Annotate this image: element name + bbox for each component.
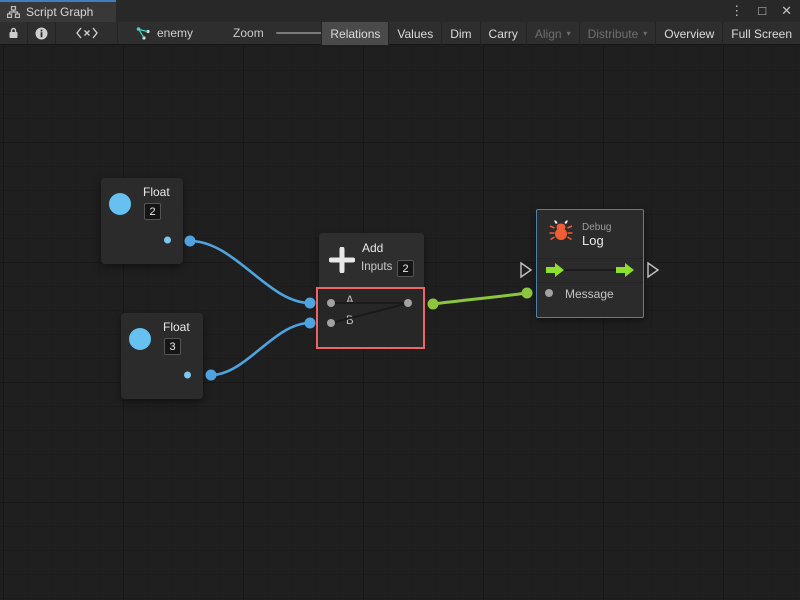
wire-endpoint[interactable] [305,298,316,309]
node-debug-log[interactable]: Debug Log Message [536,209,644,318]
flow-entry-triangle-icon[interactable] [521,263,531,277]
maximize-icon[interactable]: □ [758,0,766,22]
port-label-message: Message [565,287,614,301]
node-title: Float [143,185,170,199]
dim-button[interactable]: Dim [441,22,479,45]
wire-endpoint[interactable] [428,299,439,310]
node-float-2[interactable]: Float 3 [121,313,203,399]
wire-endpoint[interactable] [185,236,196,247]
graph-canvas[interactable]: Float 2 Float 3 Add Inputs 2 A B [0,45,800,600]
code-view-button[interactable] [56,22,118,44]
fullscreen-button[interactable]: Full Screen [722,22,800,45]
inputs-label: Inputs [361,261,392,273]
node-title: Float [163,320,190,334]
flow-exit-triangle-icon[interactable] [648,263,658,277]
wire-endpoint[interactable] [305,318,316,329]
menu-icon[interactable]: ⋮ [730,0,743,22]
tab-script-graph[interactable]: Script Graph [0,0,116,22]
node-title: Log [582,233,604,248]
inputs-count-input[interactable]: 2 [397,260,414,277]
float-icon [129,328,151,350]
node-add[interactable]: Add Inputs 2 A B [319,233,424,348]
float-value-input[interactable]: 3 [164,338,181,355]
wire-add-to-debug-message[interactable] [433,293,527,304]
port-label-a: A [346,295,354,307]
overview-button[interactable]: Overview [655,22,722,45]
distribute-button[interactable]: Distribute▾ [579,22,656,45]
chevron-down-icon: ▾ [643,29,647,38]
inspect-button[interactable] [28,22,56,44]
enemy-graph-icon [136,27,151,40]
toolbar: enemy Zoom 1x Relations Values Dim Carry… [0,22,800,45]
add-node-header[interactable]: Add Inputs 2 [319,233,424,287]
float-value-input[interactable]: 2 [144,203,161,220]
node-title: Add [362,241,383,255]
title-bar: Script Graph ⋮ □ ✕ [0,0,800,22]
wire-float1-to-add-a[interactable] [190,241,310,303]
tab-title: Script Graph [26,5,93,19]
wire-endpoint[interactable] [522,288,533,299]
graph-icon [7,6,20,18]
zoom-label: Zoom [233,26,264,40]
add-node-body[interactable]: A B [319,287,424,348]
graph-name: enemy [157,26,193,40]
plus-icon [329,247,355,273]
wire-endpoint[interactable] [206,370,217,381]
bug-icon [549,220,573,241]
lock-button[interactable] [0,22,28,44]
chevron-down-icon: ▾ [567,29,571,38]
code-icon [76,27,98,39]
script-graph-window: Script Graph ⋮ □ ✕ [0,0,800,600]
align-button[interactable]: Align▾ [526,22,579,45]
graph-reference[interactable]: enemy [126,22,203,44]
port-label-b: B [346,315,354,327]
node-category: Debug [582,222,611,233]
close-icon[interactable]: ✕ [781,0,792,22]
info-icon [35,27,48,40]
carry-button[interactable]: Carry [480,22,526,45]
flow-port-row[interactable] [537,258,643,283]
node-float-1[interactable]: Float 2 [101,178,183,264]
float-icon [109,193,131,215]
wire-float2-to-add-b[interactable] [211,323,310,375]
lock-icon [8,27,19,39]
relations-button[interactable]: Relations [321,22,388,45]
values-button[interactable]: Values [388,22,441,45]
